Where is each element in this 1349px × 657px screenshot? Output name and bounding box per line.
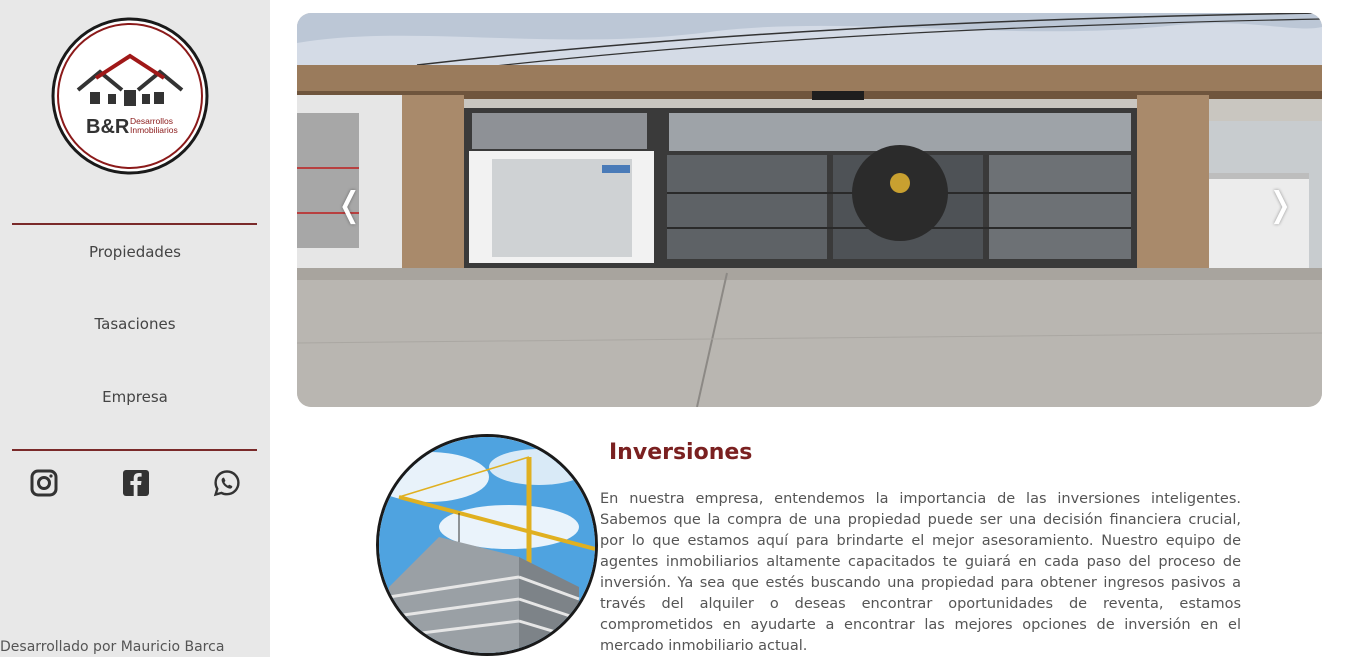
section-title: Inversiones [609,440,753,465]
nav-item-empresa[interactable]: Empresa [0,388,270,406]
developer-credit: Desarrollado por Mauricio Barca [0,639,225,655]
logo-sub-text-2: Inmobiliarios [130,125,178,135]
divider-bottom [12,449,257,451]
brand-logo[interactable]: B&R Desarrollos Inmobiliarios [50,16,210,176]
sidebar: B&R Desarrollos Inmobiliarios Propiedade… [0,0,270,657]
construction-image [376,434,598,656]
instagram-icon[interactable] [30,469,58,497]
nav-item-propiedades[interactable]: Propiedades [0,243,270,261]
carousel-next-arrow[interactable]: ❭ [1266,185,1295,225]
storefront-photo [297,13,1322,407]
nav-item-tasaciones[interactable]: Tasaciones [0,315,270,333]
logo-main-text: B&R [86,116,130,138]
divider-top [12,223,257,225]
whatsapp-icon[interactable] [213,469,241,497]
section-body: En nuestra empresa, entendemos la import… [600,491,1241,654]
image-carousel[interactable]: ❬ ❭ [297,13,1322,407]
carousel-prev-arrow[interactable]: ❬ [335,185,364,225]
facebook-icon[interactable] [122,469,150,497]
